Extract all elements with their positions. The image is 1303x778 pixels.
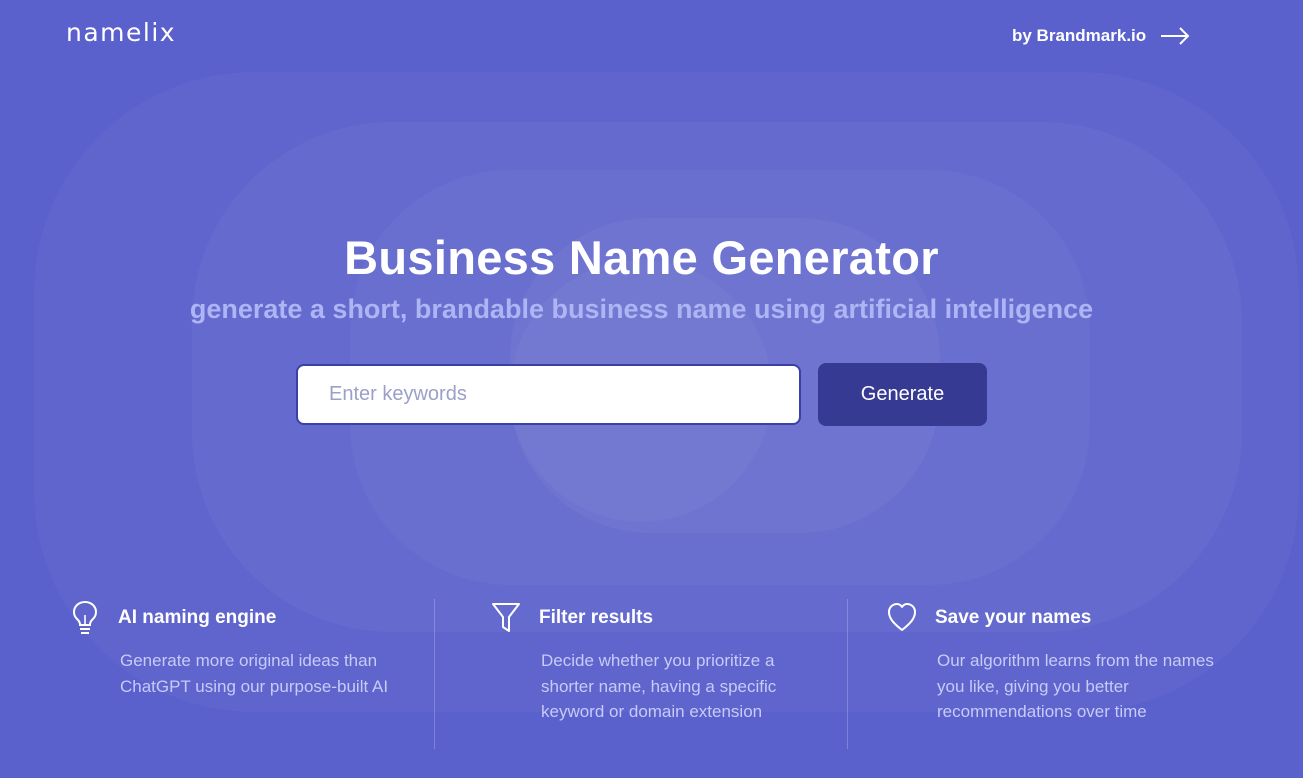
heart-icon — [888, 603, 916, 631]
search-field-wrapper — [296, 364, 801, 425]
page-title: Business Name Generator — [344, 231, 939, 284]
feature-title: AI naming engine — [118, 607, 277, 628]
divider — [847, 599, 848, 749]
feature-description: Our algorithm learns from the names you … — [937, 651, 1214, 721]
feature-title: Save your names — [935, 607, 1092, 628]
feature-description: Generate more original ideas than ChatGP… — [120, 651, 389, 696]
namelix-logo[interactable]: namelix — [66, 18, 176, 47]
feature-description: Decide whether you prioritize a shorter … — [541, 651, 777, 721]
generate-button[interactable]: Generate — [818, 363, 987, 426]
keywords-input[interactable] — [298, 366, 799, 423]
arrow-right-icon — [1161, 27, 1190, 45]
feature-title: Filter results — [539, 607, 654, 628]
lightbulb-icon — [72, 600, 98, 634]
brandmark-link-label: by Brandmark.io — [1012, 26, 1147, 45]
brandmark-link[interactable]: by Brandmark.io — [1012, 26, 1190, 46]
page-subtitle: generate a short, brandable business nam… — [189, 294, 1094, 324]
filter-icon — [492, 603, 520, 632]
divider — [434, 599, 435, 749]
